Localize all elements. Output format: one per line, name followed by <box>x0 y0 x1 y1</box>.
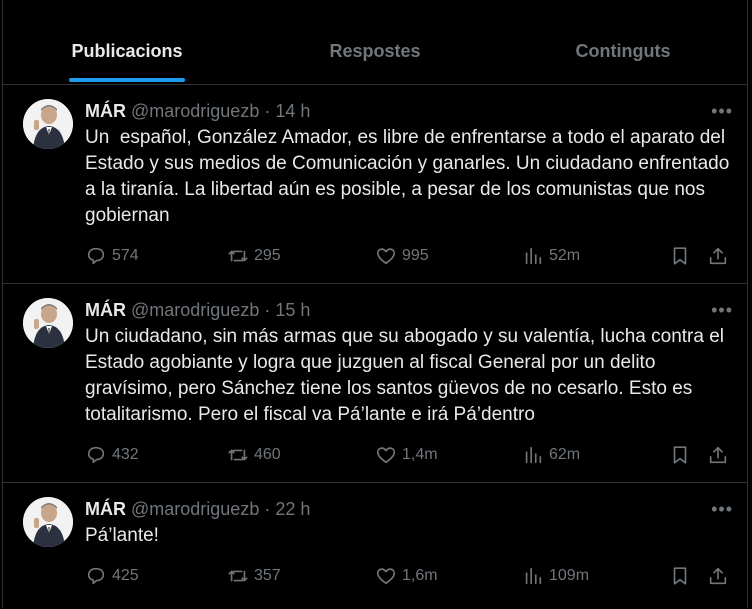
bookmark-button[interactable] <box>669 245 707 267</box>
post-actions: 432 460 1,4m 62m <box>85 436 733 474</box>
share-icon <box>709 567 727 585</box>
post-header: MÁR @marodriguezb · 15 h ••• <box>85 298 733 322</box>
reply-count: 425 <box>112 567 139 584</box>
bookmark-button[interactable] <box>669 444 707 466</box>
share-button[interactable] <box>707 245 729 267</box>
reply-button[interactable]: 425 <box>85 565 227 587</box>
share-icon <box>709 247 727 265</box>
avatar-figure <box>23 99 73 149</box>
tab-continguts[interactable]: Continguts <box>499 0 747 84</box>
separator-dot: · <box>264 100 271 121</box>
profile-tabs: Publicacions Respostes Continguts <box>3 0 747 85</box>
reply-count: 432 <box>112 446 139 463</box>
like-icon <box>376 447 396 464</box>
separator-dot: · <box>264 299 271 320</box>
repost-count: 357 <box>254 567 281 584</box>
author-handle[interactable]: @marodriguezb <box>131 499 259 520</box>
bookmark-icon <box>673 247 687 265</box>
tab-label: Publicacions <box>71 41 183 61</box>
views-button[interactable]: 52m <box>522 245 669 267</box>
post-text: Pá’lante! <box>85 525 159 546</box>
bookmark-button[interactable] <box>669 565 707 587</box>
author-name[interactable]: MÁR <box>85 101 126 122</box>
reply-count: 574 <box>112 247 139 264</box>
post-actions: 425 357 1,6m 109m <box>85 557 733 595</box>
avatar[interactable] <box>23 99 73 149</box>
views-count: 109m <box>549 567 590 584</box>
avatar-figure <box>23 497 73 547</box>
views-count: 62m <box>549 446 581 463</box>
active-tab-indicator <box>69 78 185 82</box>
post-time[interactable]: 22 h <box>275 499 310 520</box>
like-icon <box>376 248 396 265</box>
repost-count: 295 <box>254 247 281 264</box>
author-name[interactable]: MÁR <box>85 499 126 520</box>
profile-timeline: Publicacions Respostes Continguts MÁR @m… <box>2 0 748 608</box>
reply-icon <box>87 567 105 585</box>
reply-icon <box>87 446 105 464</box>
tab-label: Continguts <box>575 41 671 61</box>
post-time[interactable]: 15 h <box>275 300 310 321</box>
post-actions: 574 295 995 52m <box>85 237 733 275</box>
like-icon <box>376 568 396 585</box>
reply-button[interactable]: 574 <box>85 245 227 267</box>
author-name[interactable]: MÁR <box>85 300 126 321</box>
post-text: Un ciudadano, sin más armas que su aboga… <box>85 326 730 425</box>
post[interactable]: MÁR @marodriguezb · 22 h ••• Pá’lante! 4… <box>3 483 747 609</box>
post-text: Un español, González Amador, es libre de… <box>85 127 735 226</box>
views-button[interactable]: 109m <box>522 565 669 587</box>
like-button[interactable]: 1,6m <box>375 565 522 587</box>
repost-button[interactable]: 295 <box>227 245 375 267</box>
reply-button[interactable]: 432 <box>85 444 227 466</box>
like-button[interactable]: 1,4m <box>375 444 522 466</box>
tab-label: Respostes <box>329 41 421 61</box>
views-button[interactable]: 62m <box>522 444 669 466</box>
post-time[interactable]: 14 h <box>275 101 310 122</box>
separator-dot: · <box>264 498 271 519</box>
repost-button[interactable]: 357 <box>227 565 375 587</box>
author-handle[interactable]: @marodriguezb <box>131 300 259 321</box>
bookmark-icon <box>673 446 687 464</box>
post[interactable]: MÁR @marodriguezb · 15 h ••• Un ciudadan… <box>3 284 747 483</box>
reply-icon <box>87 247 105 265</box>
author-handle[interactable]: @marodriguezb <box>131 101 259 122</box>
bookmark-icon <box>673 567 687 585</box>
views-icon <box>525 446 542 464</box>
share-icon <box>709 446 727 464</box>
repost-icon <box>228 570 248 582</box>
like-button[interactable]: 995 <box>375 245 522 267</box>
more-icon[interactable]: ••• <box>711 300 733 321</box>
repost-icon <box>228 449 248 461</box>
avatar[interactable] <box>23 497 73 547</box>
repost-icon <box>228 250 248 262</box>
views-icon <box>525 567 542 585</box>
avatar[interactable] <box>23 298 73 348</box>
like-count: 1,6m <box>402 567 438 584</box>
views-count: 52m <box>549 247 581 264</box>
more-icon[interactable]: ••• <box>711 101 733 122</box>
more-icon[interactable]: ••• <box>711 499 733 520</box>
post-header: MÁR @marodriguezb · 22 h ••• <box>85 497 733 521</box>
share-button[interactable] <box>707 444 729 466</box>
repost-count: 460 <box>254 446 281 463</box>
avatar-figure <box>23 298 73 348</box>
views-icon <box>525 247 542 265</box>
post[interactable]: MÁR @marodriguezb · 14 h ••• Un español,… <box>3 85 747 284</box>
repost-button[interactable]: 460 <box>227 444 375 466</box>
tab-respostes[interactable]: Respostes <box>251 0 499 84</box>
share-button[interactable] <box>707 565 729 587</box>
post-header: MÁR @marodriguezb · 14 h ••• <box>85 99 733 123</box>
like-count: 1,4m <box>402 446 438 463</box>
tab-publicacions[interactable]: Publicacions <box>3 0 251 84</box>
like-count: 995 <box>402 247 429 264</box>
